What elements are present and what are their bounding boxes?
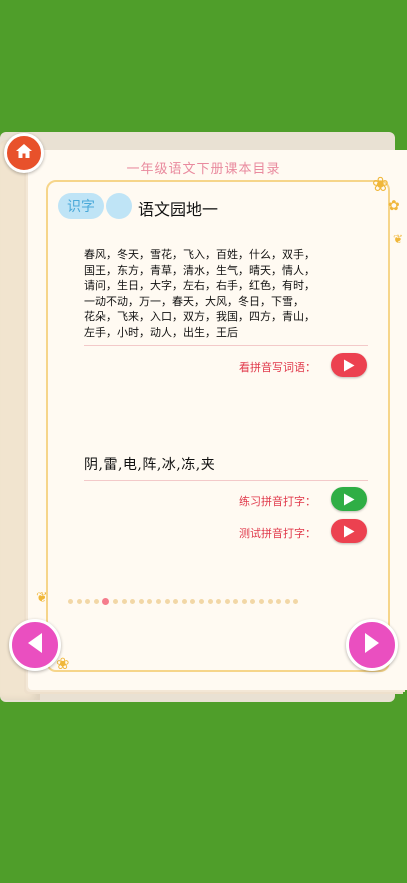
page-dot (164, 599, 170, 604)
page-dot (284, 599, 290, 604)
page-dot (173, 599, 179, 604)
page-dot (267, 599, 273, 604)
page-dot (138, 599, 144, 604)
arrow-left-icon (26, 632, 44, 658)
page-dot (293, 599, 299, 604)
page-dot (259, 599, 265, 604)
page-dot (102, 598, 110, 605)
divider (84, 345, 368, 346)
play-icon (343, 493, 355, 506)
word-line: 左手，小时，动人，出生，王后 (84, 325, 238, 339)
page-dot (233, 599, 239, 604)
flourish-ornament: ❦ (393, 232, 404, 246)
play-icon (343, 359, 355, 372)
page-dot (76, 599, 82, 604)
word-list: 春风，冬天，雪花，飞入，百姓，什么，双手， 国王，东方，青草，清水，生气，晴天，… (84, 247, 380, 340)
page-dot (190, 599, 196, 604)
page-dot (85, 599, 91, 604)
page-dot (276, 599, 282, 604)
page-title: 一年级语文下册课本目录 (126, 162, 281, 177)
page-dot (207, 599, 213, 604)
page-dot (198, 599, 204, 604)
page-indicator (68, 598, 368, 607)
pinyin-write-label: 看拼音写词语： (239, 361, 316, 374)
page-dot (121, 599, 127, 604)
chip-dot (106, 193, 132, 219)
page-dot (93, 599, 99, 604)
practice-typing-play-button[interactable] (331, 487, 367, 511)
page-dot (241, 599, 247, 604)
home-icon (15, 143, 33, 163)
home-button[interactable] (4, 133, 44, 173)
page-dot (112, 599, 118, 604)
divider (84, 480, 368, 481)
practice-typing-label: 练习拼音打字： (239, 495, 316, 508)
prev-page-button[interactable] (9, 619, 61, 671)
page-dot (250, 599, 256, 604)
character-list: 阴,雷,电,阵,冰,冻,夹 (84, 457, 216, 473)
section-chip: 识字 (58, 193, 104, 219)
word-line: 请问，生日，大字，左右，右手，红色，有时， (84, 279, 315, 292)
flourish-ornament: ❦ (36, 590, 48, 606)
page-dot (68, 599, 73, 604)
word-line: 花朵，飞来，入口，双方，我国，四方，青山， (84, 310, 315, 323)
arrow-right-icon (363, 632, 381, 658)
flourish-ornament: ✿ (388, 198, 400, 214)
flourish-ornament: ❀ (372, 172, 389, 196)
test-typing-label: 测试拼音打字： (239, 527, 316, 540)
page-dot (181, 599, 187, 604)
page-dot (130, 599, 136, 604)
next-page-button[interactable] (346, 619, 398, 671)
word-line: 春风，冬天，雪花，飞入，百姓，什么，双手， (84, 248, 315, 261)
play-icon (343, 525, 355, 538)
page-dot (155, 599, 161, 604)
section-title: 语文园地一 (138, 200, 219, 219)
page-dot (147, 599, 153, 604)
test-typing-play-button[interactable] (331, 519, 367, 543)
word-line: 国王，东方，青草，清水，生气，晴天，情人， (84, 263, 315, 277)
pinyin-write-play-button[interactable] (331, 353, 367, 377)
word-line: 一动不动，万一，春天，大风，冬日，下雪， (84, 294, 304, 308)
page-dot (216, 599, 222, 604)
page-dot (224, 599, 230, 604)
